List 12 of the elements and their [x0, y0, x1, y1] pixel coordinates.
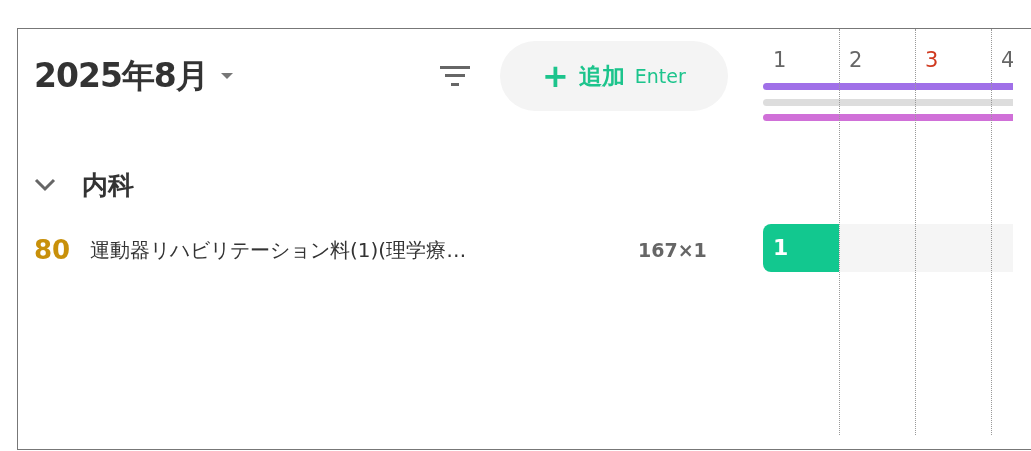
day-number: 1 [772, 48, 787, 72]
item-name[interactable]: 運動器リハビリテーション料(1)(理学療… [90, 236, 638, 264]
group-name: 内科 [82, 168, 134, 202]
filter-icon[interactable] [439, 65, 470, 87]
day-number: 4 [1000, 48, 1013, 72]
day-number: 3 [924, 48, 939, 72]
points-value: 80 [34, 235, 72, 265]
caret-icon[interactable] [219, 72, 234, 80]
day-number: 2 [848, 48, 863, 72]
count-text: 167×1 [638, 239, 707, 261]
chevron-icon[interactable] [34, 178, 56, 192]
month-title[interactable]: 2025年8月 [34, 53, 208, 99]
